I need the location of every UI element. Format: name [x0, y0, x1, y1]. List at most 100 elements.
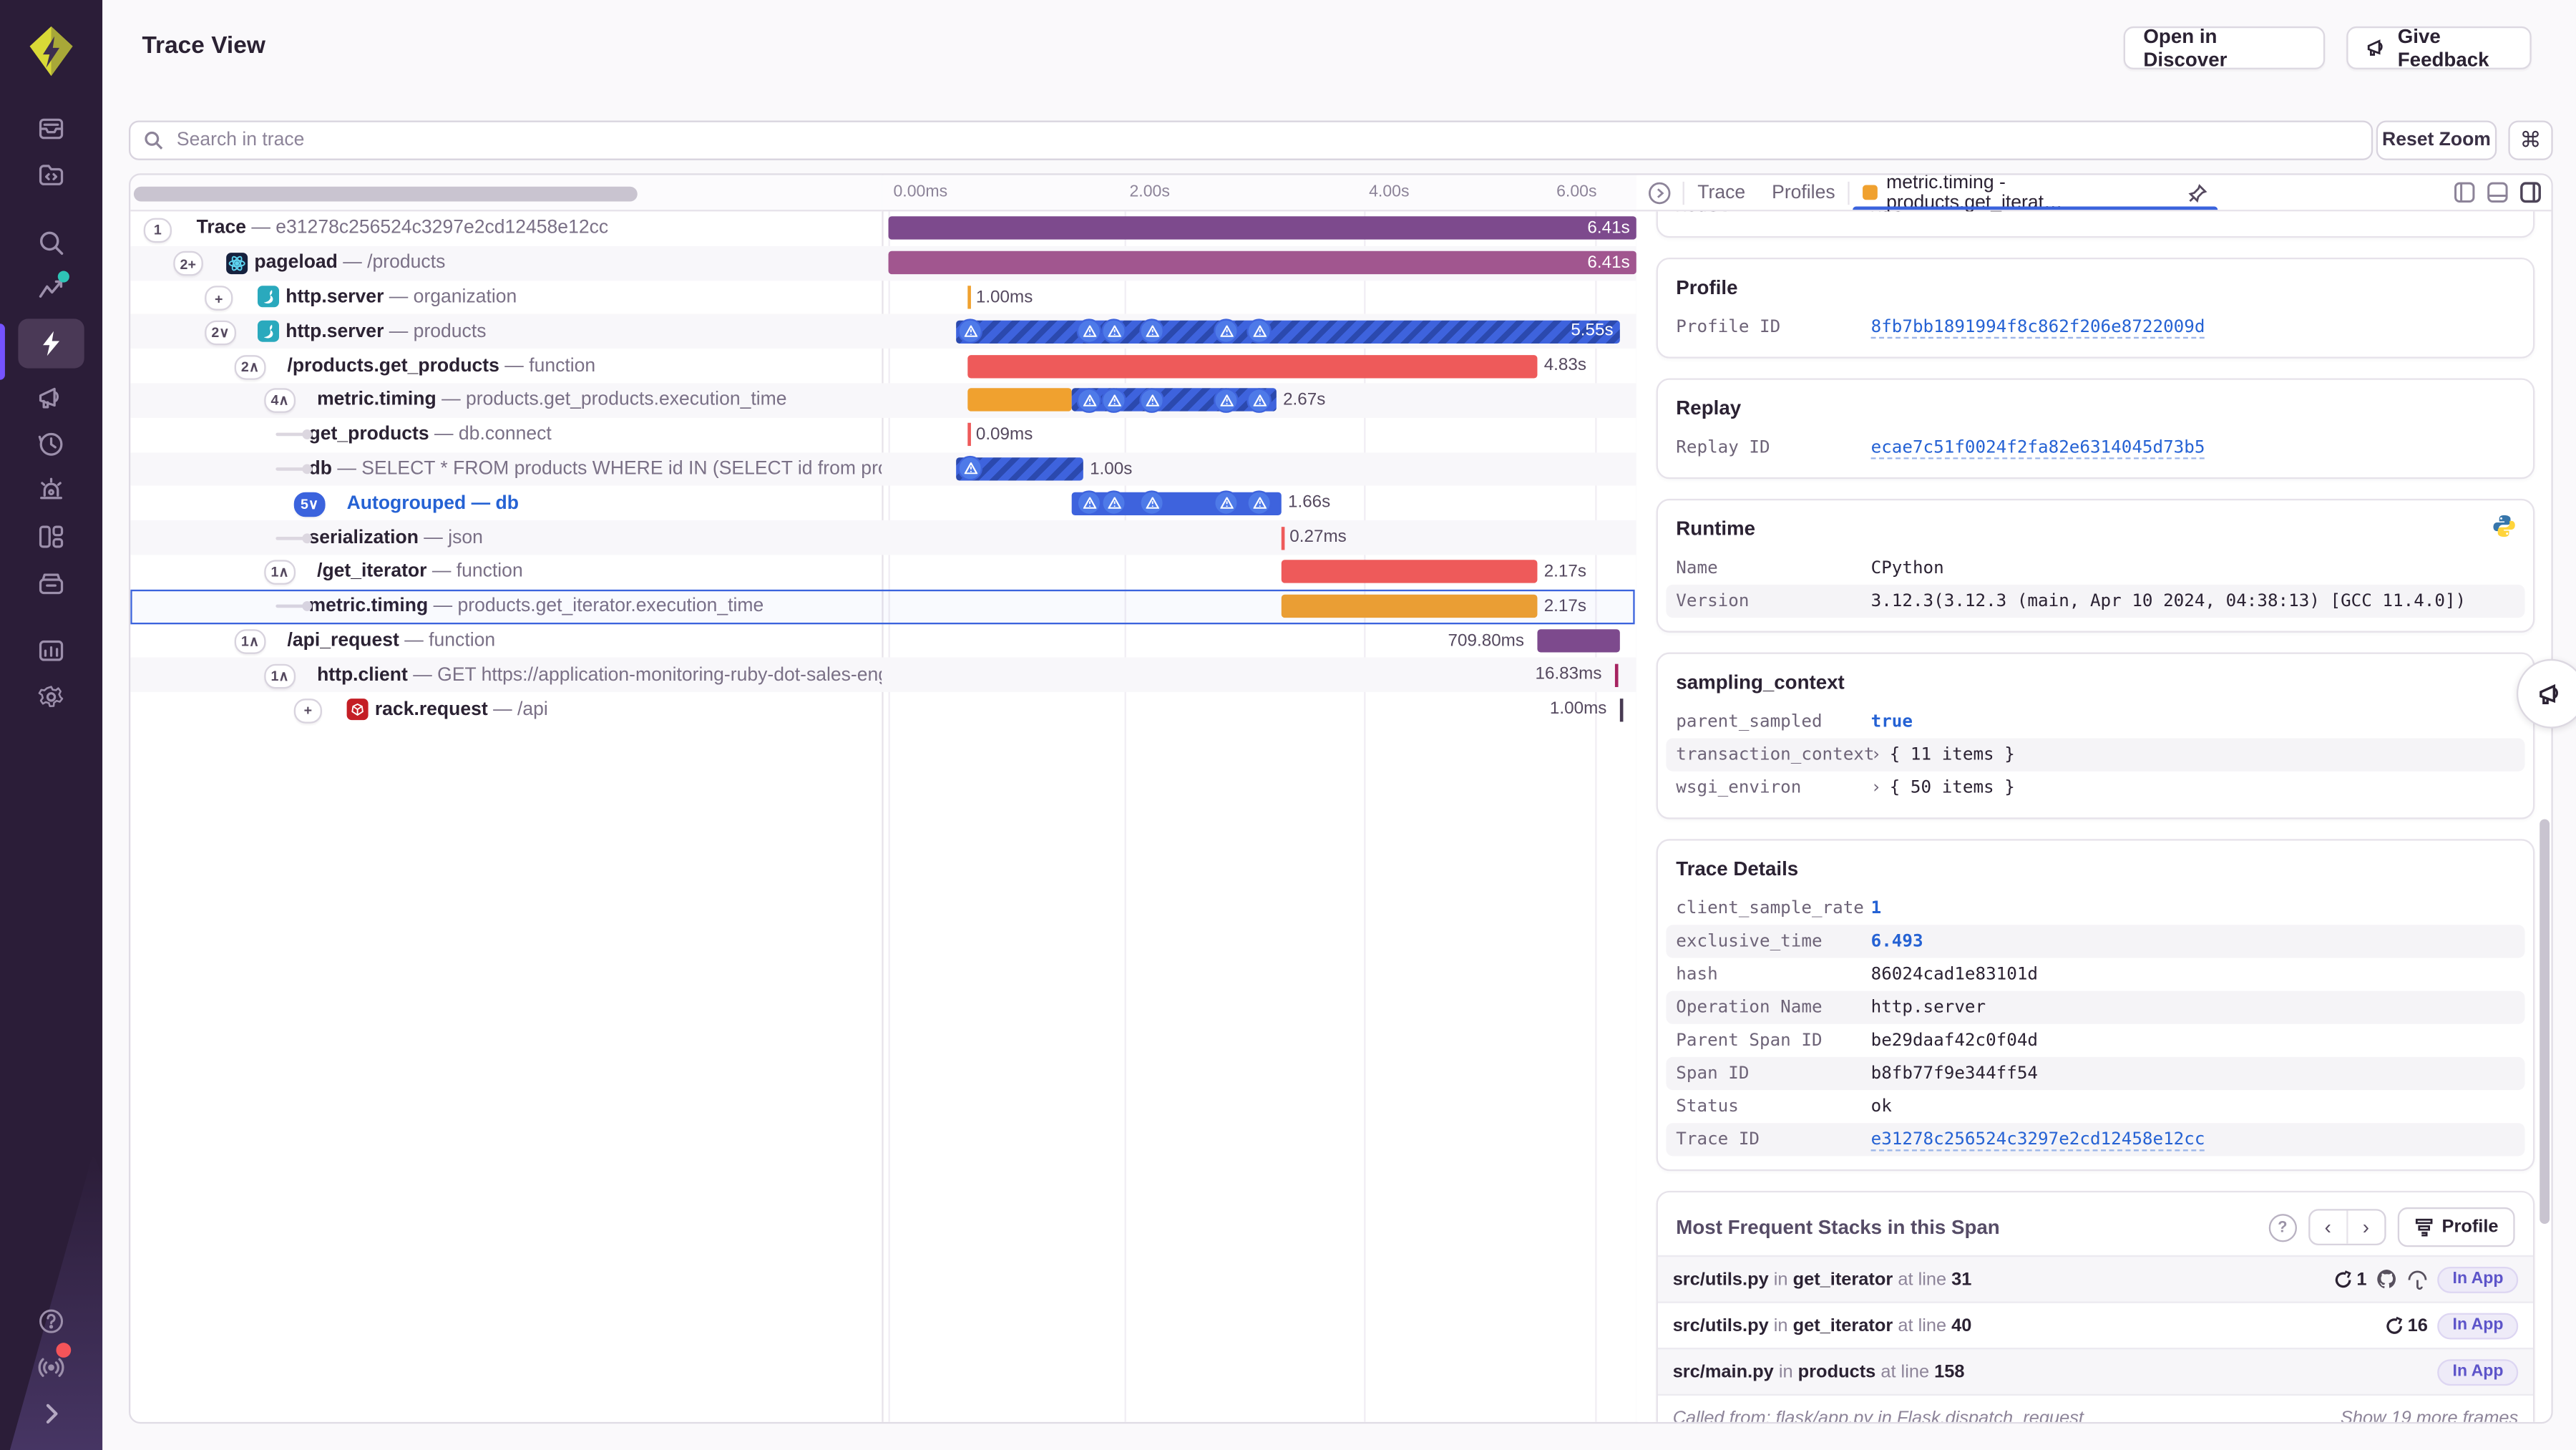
error-marker-icon[interactable]	[1076, 490, 1102, 515]
waterfall-row[interactable]: 4.83s	[882, 349, 1636, 383]
span-tree-row[interactable]: 2∧ /products.get_products — function	[130, 349, 882, 383]
search-input[interactable]	[173, 128, 2358, 152]
error-marker-icon[interactable]	[1214, 318, 1239, 344]
waterfall-row[interactable]: 6.41s	[882, 245, 1636, 281]
expand-chevron-icon[interactable]: ›	[1871, 745, 1882, 765]
error-marker-icon[interactable]	[1246, 387, 1272, 412]
waterfall-row[interactable]: 2.17s	[882, 589, 1636, 623]
children-toggle-pill[interactable]: 1∧	[234, 629, 266, 654]
tab-profiles[interactable]: Profiles	[1759, 183, 1848, 203]
span-tree-row[interactable]: 1 Trace — e31278c256524c3297e2cd12458e12c…	[130, 211, 882, 245]
next-stack-button[interactable]: ›	[2348, 1211, 2384, 1244]
span-tree-row[interactable]: + http.server — organization	[130, 280, 882, 314]
profile-button[interactable]: Profile	[2397, 1207, 2515, 1247]
open-in-discover-button[interactable]: Open in Discover	[2123, 25, 2326, 71]
sidebar-item-whats-new[interactable]	[18, 1343, 84, 1389]
span-tree-row[interactable]: 2∨ http.server — products	[130, 314, 882, 349]
error-marker-icon[interactable]	[1139, 318, 1164, 344]
span-duration-bar[interactable]	[888, 251, 1636, 275]
help-icon[interactable]: ?	[2268, 1212, 2297, 1242]
children-toggle-pill[interactable]: 2∨	[205, 320, 236, 346]
waterfall-row[interactable]: 6.41s	[882, 211, 1636, 245]
sidebar-item-replays[interactable]	[18, 423, 84, 466]
tab-trace[interactable]: Trace	[1684, 183, 1759, 203]
error-marker-icon[interactable]	[1139, 490, 1164, 515]
stack-frame-row[interactable]: src/utils.py in get_iterator at line 40 …	[1657, 1301, 2533, 1348]
error-marker-icon[interactable]	[1101, 490, 1126, 515]
error-marker-icon[interactable]	[1246, 318, 1272, 344]
sidebar-item-explore[interactable]	[18, 221, 84, 264]
span-tree-row[interactable]: + rack.request — /api	[130, 692, 882, 726]
keyboard-shortcuts-button[interactable]: ⌘	[2508, 120, 2553, 160]
pin-icon[interactable]	[2188, 183, 2208, 203]
error-marker-icon[interactable]	[1076, 318, 1102, 344]
github-icon[interactable]	[2376, 1268, 2398, 1290]
span-tree-row[interactable]: serialization — json	[130, 520, 882, 555]
sentry-logo[interactable]	[23, 23, 79, 79]
in-app-badge[interactable]: In App	[2437, 1312, 2519, 1339]
dock-bottom-button[interactable]	[2487, 182, 2508, 203]
span-duration-tick[interactable]	[1619, 698, 1624, 721]
drawer-collapse-button[interactable]	[1636, 181, 1683, 204]
children-toggle-pill[interactable]: 5∨	[293, 492, 326, 517]
span-tree-row[interactable]: 1∧ /get_iterator — function	[130, 555, 882, 589]
sidebar-item-collapse[interactable]	[18, 1392, 84, 1435]
detail-value[interactable]: ecae7c51f0024f2fa82e6314045d73b5	[1870, 437, 2205, 459]
sidebar-item-projects[interactable]	[18, 154, 84, 197]
span-tree-row[interactable]: metric.timing — products.get_iterator.ex…	[130, 589, 882, 623]
show-more-frames-link[interactable]: Show 19 more frames	[2341, 1408, 2518, 1422]
prev-stack-button[interactable]: ‹	[2310, 1210, 2348, 1244]
stack-frame-row[interactable]: src/main.py in products at line 158 In A…	[1657, 1348, 2533, 1394]
waterfall-row[interactable]: 1.00s	[882, 452, 1636, 487]
error-marker-icon[interactable]	[1214, 490, 1239, 515]
sidebar-item-performance[interactable]	[18, 318, 84, 369]
sidebar-item-releases[interactable]	[18, 562, 84, 605]
sidebar-item-help[interactable]	[18, 1300, 84, 1343]
error-marker-icon[interactable]	[1101, 387, 1126, 412]
span-tree-row[interactable]: 4∧ metric.timing — products.get_products.…	[130, 383, 882, 418]
children-toggle-pill[interactable]: 1	[143, 217, 172, 243]
sidebar-item-settings[interactable]	[18, 676, 84, 719]
sidebar-item-stats[interactable]	[18, 629, 84, 672]
children-toggle-pill[interactable]: 1∧	[264, 663, 296, 688]
error-marker-icon[interactable]	[1101, 318, 1126, 344]
span-tree-row[interactable]: get_products — db.connect	[130, 417, 882, 452]
span-tree-row[interactable]: db — SELECT * FROM products WHERE id IN …	[130, 452, 882, 487]
children-toggle-pill[interactable]: 2∧	[234, 354, 266, 380]
children-toggle-pill[interactable]: +	[205, 286, 233, 311]
error-marker-icon[interactable]	[1214, 387, 1239, 412]
waterfall-row[interactable]: 2.17s	[882, 555, 1636, 589]
detail-value[interactable]: 8fb7bb1891994f8c862f206e8722009d	[1870, 316, 2205, 338]
children-toggle-pill[interactable]: 4∧	[264, 389, 296, 414]
waterfall-row[interactable]: 709.80ms	[882, 623, 1636, 658]
span-duration-tick[interactable]	[967, 286, 971, 309]
span-duration-bar[interactable]	[888, 217, 1636, 240]
error-marker-icon[interactable]	[1076, 387, 1102, 412]
detail-value[interactable]: e31278c256524c3297e2cd12458e12cc	[1870, 1129, 2205, 1151]
waterfall-row[interactable]: 1.66s	[882, 486, 1636, 520]
sidebar-item-issues[interactable]	[18, 107, 84, 150]
error-marker-icon[interactable]	[1139, 387, 1164, 412]
waterfall-row[interactable]: 2.67s	[882, 383, 1636, 418]
span-tree-row[interactable]: 5∨ Autogrouped — db	[130, 486, 882, 520]
waterfall-row[interactable]: 1.00ms	[882, 692, 1636, 726]
in-app-badge[interactable]: In App	[2437, 1265, 2519, 1293]
span-duration-bar[interactable]	[1281, 595, 1538, 618]
codecov-icon[interactable]	[2408, 1269, 2428, 1289]
called-from-row[interactable]: Called from: flask/app.py in Flask.dispa…	[1657, 1393, 2533, 1422]
span-duration-tick[interactable]	[1281, 526, 1285, 550]
sidebar-item-insights[interactable]	[18, 268, 84, 311]
waterfall-row[interactable]: 16.83ms	[882, 658, 1636, 693]
waterfall-row[interactable]: 0.27ms	[882, 520, 1636, 555]
span-tree-row[interactable]: 2+ pageload — /products	[130, 245, 882, 281]
waterfall-row[interactable]: 1.00ms	[882, 280, 1636, 314]
span-duration-tick[interactable]	[967, 423, 971, 447]
stack-frame-row[interactable]: src/utils.py in get_iterator at line 31 …	[1657, 1255, 2533, 1302]
tab-span-details-active[interactable]: metric.timing - products.get_iterat…	[1850, 175, 2221, 213]
span-tree-row[interactable]: 1∧ /api_request — function	[130, 623, 882, 658]
span-duration-tick[interactable]	[1614, 663, 1619, 687]
in-app-badge[interactable]: In App	[2437, 1358, 2519, 1385]
detail-value[interactable]: ›{ 50 items }	[1871, 778, 2015, 798]
expand-chevron-icon[interactable]: ›	[1871, 778, 1882, 798]
span-duration-bar[interactable]	[967, 389, 1072, 412]
